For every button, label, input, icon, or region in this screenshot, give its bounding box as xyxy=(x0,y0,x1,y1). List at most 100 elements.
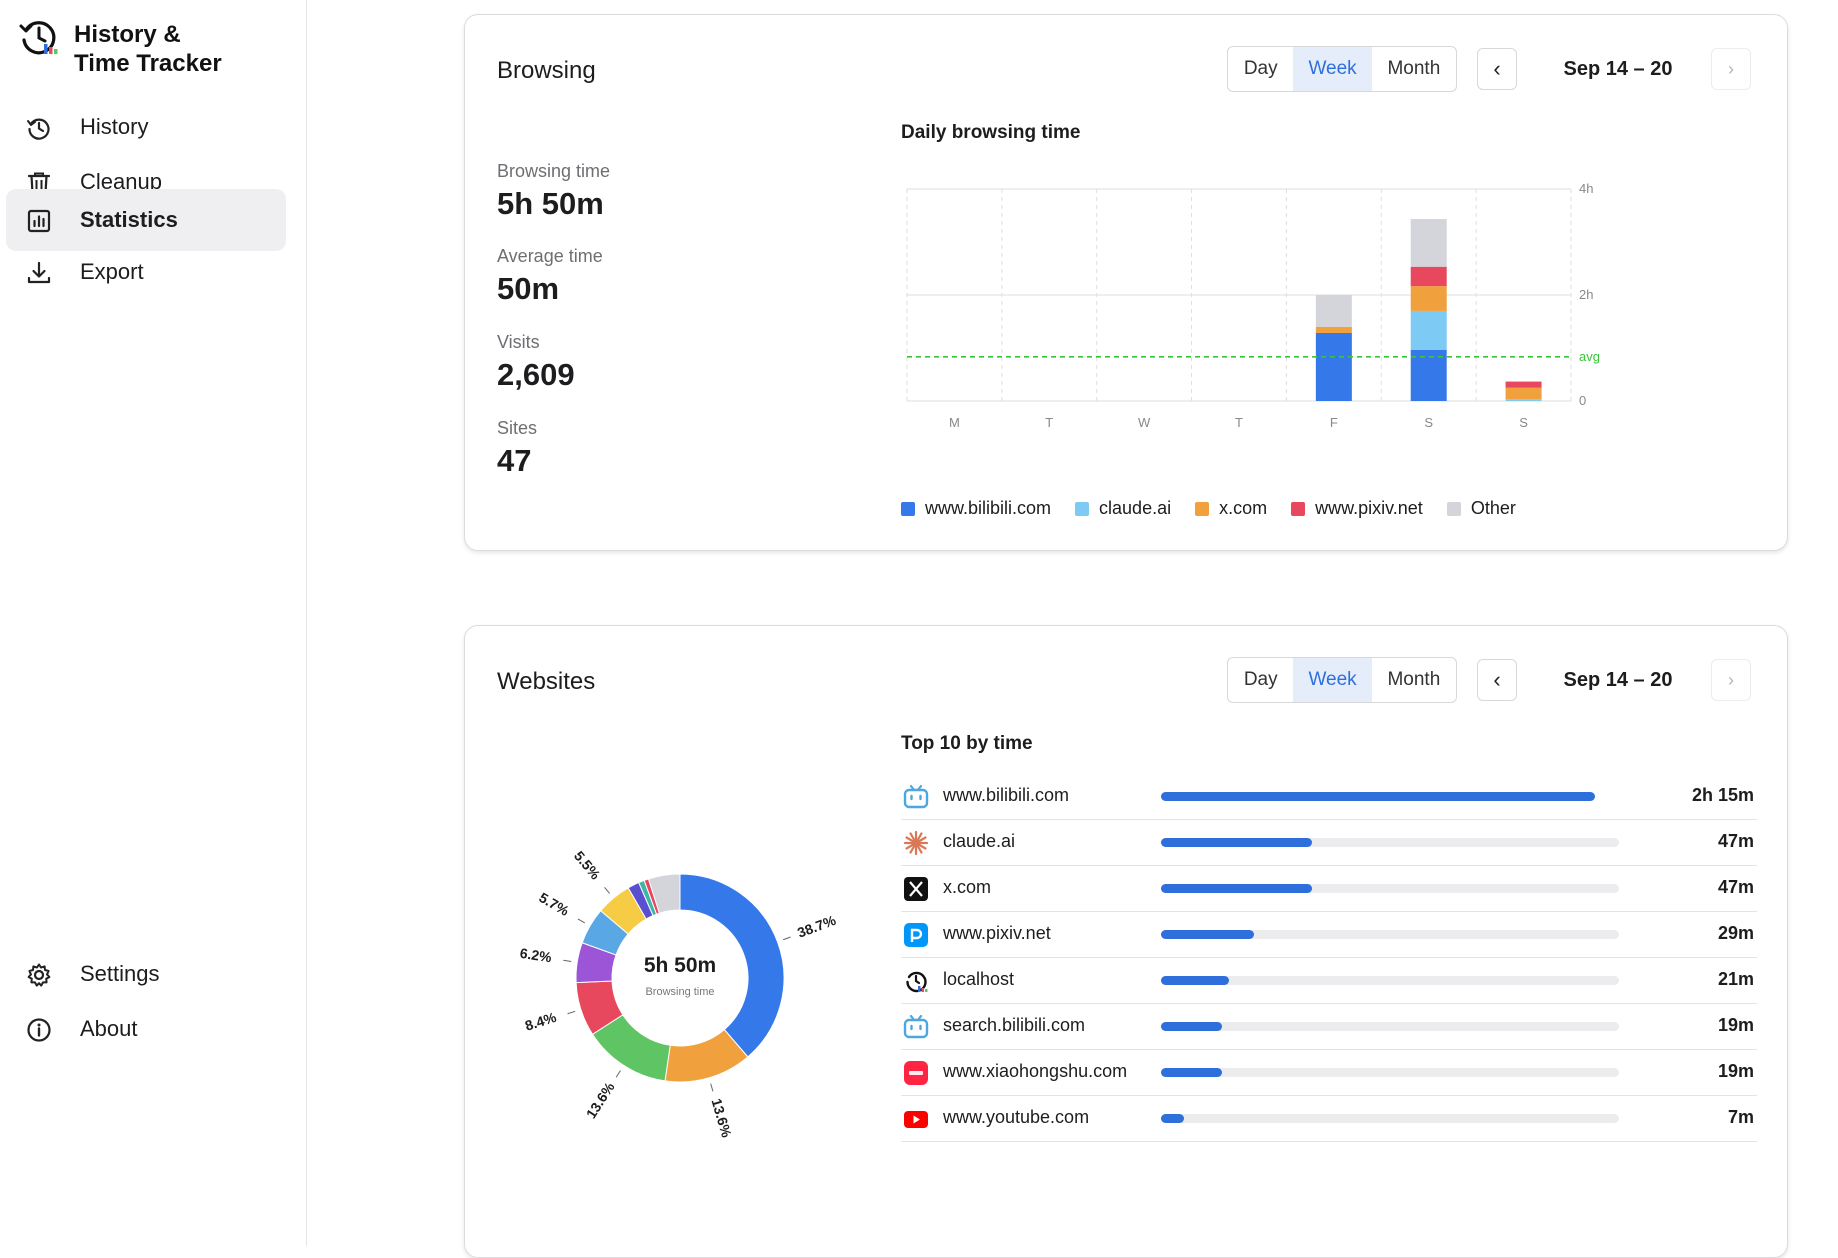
site-name: www.pixiv.net xyxy=(943,923,1051,943)
period-week-button[interactable]: Week xyxy=(1293,47,1372,91)
list-item[interactable]: www.pixiv.net 29m xyxy=(901,912,1757,958)
info-icon xyxy=(27,1018,51,1042)
slice-label-leader xyxy=(563,959,572,962)
next-range-button[interactable]: › xyxy=(1711,48,1751,90)
sidebar-item-label: About xyxy=(80,1016,138,1041)
x-tick-label: F xyxy=(1330,415,1338,430)
x-tick-label: T xyxy=(1045,415,1053,430)
legend-item[interactable]: Other xyxy=(1446,498,1516,519)
x-icon xyxy=(904,877,928,901)
stat-value: 47 xyxy=(497,443,532,478)
stat-value: 50m xyxy=(497,271,560,306)
list-item[interactable]: x.com 47m xyxy=(901,866,1757,912)
site-duration: 19m xyxy=(1717,1061,1754,1081)
period-week-button[interactable]: Week xyxy=(1293,658,1372,702)
period-month-button[interactable]: Month xyxy=(1372,658,1456,702)
bar-segment[interactable] xyxy=(1410,286,1447,311)
period-selector: Day Week Month xyxy=(1227,657,1457,703)
site-duration: 7m xyxy=(1727,1107,1754,1127)
gear-icon xyxy=(27,963,51,987)
x-tick-label: S xyxy=(1424,415,1433,430)
duration-bar-track xyxy=(1161,976,1619,985)
sidebar-item-label: History xyxy=(80,114,149,139)
date-range: Sep 14 – 20 xyxy=(1563,669,1673,691)
previous-range-button[interactable]: ‹ xyxy=(1477,659,1517,701)
legend-item[interactable]: www.bilibili.com xyxy=(901,498,1051,519)
bar-segment[interactable] xyxy=(1315,295,1352,327)
browsing-title: Browsing xyxy=(497,57,596,84)
legend-item[interactable]: x.com xyxy=(1195,498,1267,519)
chevron-left-icon: ‹ xyxy=(1493,667,1501,692)
bar-segment[interactable] xyxy=(1410,310,1447,350)
sidebar-item-settings[interactable]: Settings xyxy=(6,943,286,1005)
duration-bar-fill xyxy=(1161,792,1595,801)
duration-bar-track xyxy=(1161,1114,1619,1123)
site-name: www.youtube.com xyxy=(943,1107,1090,1127)
period-day-button[interactable]: Day xyxy=(1228,47,1293,91)
duration-bar-track xyxy=(1161,930,1619,939)
duration-bar-fill xyxy=(1161,1114,1184,1123)
site-name: localhost xyxy=(943,969,1015,989)
top-list-title: Top 10 by time xyxy=(901,733,1033,754)
next-range-button[interactable]: › xyxy=(1711,659,1751,701)
legend-swatch xyxy=(901,501,915,516)
list-item[interactable]: claude.ai 47m xyxy=(901,820,1757,866)
youtube-icon xyxy=(904,1111,928,1128)
app-brand: History & Time Tracker xyxy=(18,16,222,77)
chevron-right-icon: › xyxy=(1728,669,1734,690)
site-name: www.xiaohongshu.com xyxy=(943,1061,1128,1081)
period-selector: Day Week Month xyxy=(1227,46,1457,92)
bar-segment[interactable] xyxy=(1505,399,1542,401)
localhost-icon xyxy=(906,971,928,993)
sidebar-item-label: Export xyxy=(80,259,144,284)
bar-segment[interactable] xyxy=(1410,266,1447,287)
pixiv-icon xyxy=(904,923,928,947)
list-item[interactable]: localhost 21m xyxy=(901,958,1757,1004)
slice-label-leader xyxy=(615,1070,621,1078)
site-duration: 2h 15m xyxy=(1691,785,1754,805)
site-duration: 19m xyxy=(1717,1015,1754,1035)
stat-label: Browsing time xyxy=(497,161,611,181)
x-tick-label: W xyxy=(1138,415,1151,430)
sidebar-item-label: Statistics xyxy=(80,207,178,232)
duration-bar-track xyxy=(1161,838,1619,847)
legend-item[interactable]: www.pixiv.net xyxy=(1291,498,1423,519)
bar-segment[interactable] xyxy=(1505,387,1542,400)
bar-segment[interactable] xyxy=(1315,326,1352,333)
websites-donut-chart: 5h 50m Browsing time 38.7% 13.6% 13.6% 8.4%… xyxy=(519,848,839,1140)
period-day-button[interactable]: Day xyxy=(1228,658,1293,702)
x-tick-label: M xyxy=(949,415,960,430)
bar-segment[interactable] xyxy=(1410,219,1447,267)
sidebar: History & Time Tracker History Cleanup S… xyxy=(0,0,307,1246)
slice-label-leader xyxy=(604,886,611,894)
slice-percent-label: 13.6% xyxy=(583,1079,618,1122)
slice-percent-label: 38.7% xyxy=(795,912,838,941)
bar-segment[interactable] xyxy=(1315,332,1352,401)
slice-label-leader xyxy=(710,1083,714,1092)
claude-icon xyxy=(903,830,929,856)
period-month-button[interactable]: Month xyxy=(1372,47,1456,91)
slice-label-leader xyxy=(567,1010,576,1015)
duration-bar-fill xyxy=(1161,1022,1222,1031)
bilibili-icon xyxy=(903,784,929,809)
sidebar-item-history[interactable]: History xyxy=(6,96,286,158)
chart-icon xyxy=(27,209,51,233)
sidebar-item-export[interactable]: Export xyxy=(6,241,286,303)
bar-segment[interactable] xyxy=(1505,381,1542,388)
list-item[interactable]: www.xiaohongshu.com 19m xyxy=(901,1050,1757,1096)
site-duration: 29m xyxy=(1717,923,1754,943)
duration-bar-track xyxy=(1161,1022,1619,1031)
previous-range-button[interactable]: ‹ xyxy=(1477,48,1517,90)
list-item[interactable]: search.bilibili.com 19m xyxy=(901,1004,1757,1050)
site-name: search.bilibili.com xyxy=(943,1015,1086,1035)
stat-label: Sites xyxy=(497,418,538,438)
xiaohongshu-icon xyxy=(904,1061,928,1085)
sidebar-item-about[interactable]: About xyxy=(6,998,286,1060)
site-name: claude.ai xyxy=(943,831,1016,851)
x-tick-label: T xyxy=(1235,415,1243,430)
donut-center-label: Browsing time xyxy=(645,986,714,998)
bilibili-icon xyxy=(903,1014,929,1039)
list-item[interactable]: www.bilibili.com 2h 15m xyxy=(901,774,1757,820)
list-item[interactable]: www.youtube.com 7m xyxy=(901,1096,1757,1142)
legend-item[interactable]: claude.ai xyxy=(1075,498,1171,519)
